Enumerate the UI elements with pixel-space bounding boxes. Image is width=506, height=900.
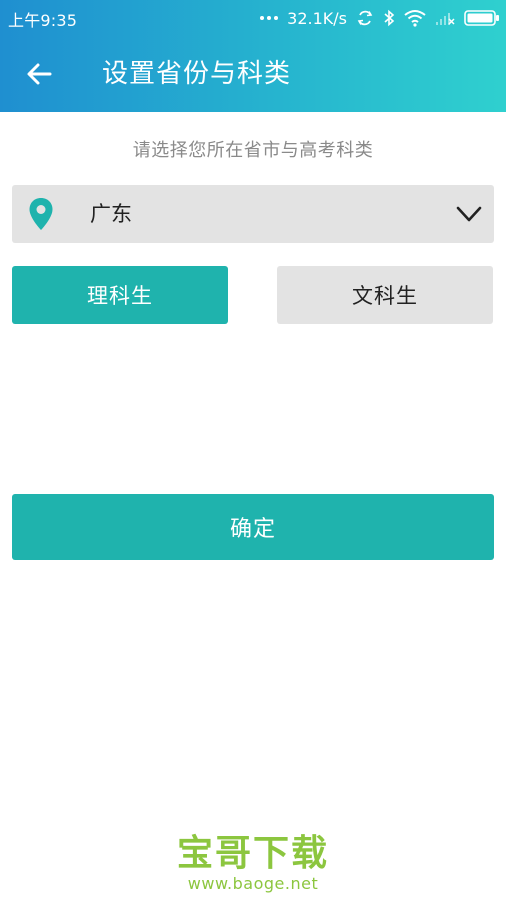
watermark-url: www.baoge.net [187, 874, 319, 893]
confirm-button[interactable]: 确定 [12, 494, 494, 560]
no-signal-icon [436, 13, 455, 25]
wifi-icon [404, 10, 426, 27]
battery-icon [464, 10, 499, 26]
science-option-button[interactable]: 理科生 [12, 266, 228, 324]
back-button[interactable] [22, 56, 58, 92]
bluetooth-icon [384, 9, 395, 27]
network-speed: 32.1K/s [287, 8, 347, 28]
nav-bar: 设置省份与科类 [0, 38, 506, 110]
chevron-down-icon [456, 206, 482, 222]
app-header: 上午9:35 32.1K/s 设置省份与科类 [0, 0, 506, 112]
status-icons: 32.1K/s [260, 6, 500, 30]
status-time: 上午9:35 [8, 11, 78, 30]
arts-option-button[interactable]: 文科生 [277, 266, 493, 324]
instruction-text: 请选择您所在省市与高考科类 [132, 140, 374, 161]
more-dots-icon [260, 16, 279, 20]
page-title: 设置省份与科类 [102, 59, 292, 89]
watermark: 宝哥下载 www.baoge.net [0, 834, 506, 894]
sync-icon [357, 10, 373, 26]
selected-province: 广东 [90, 202, 132, 226]
arrow-left-icon [27, 63, 52, 85]
watermark-title: 宝哥下载 [176, 833, 329, 874]
province-dropdown[interactable]: 广东 [12, 185, 494, 243]
status-bar: 上午9:35 32.1K/s [0, 0, 506, 36]
location-pin-icon [29, 198, 53, 230]
